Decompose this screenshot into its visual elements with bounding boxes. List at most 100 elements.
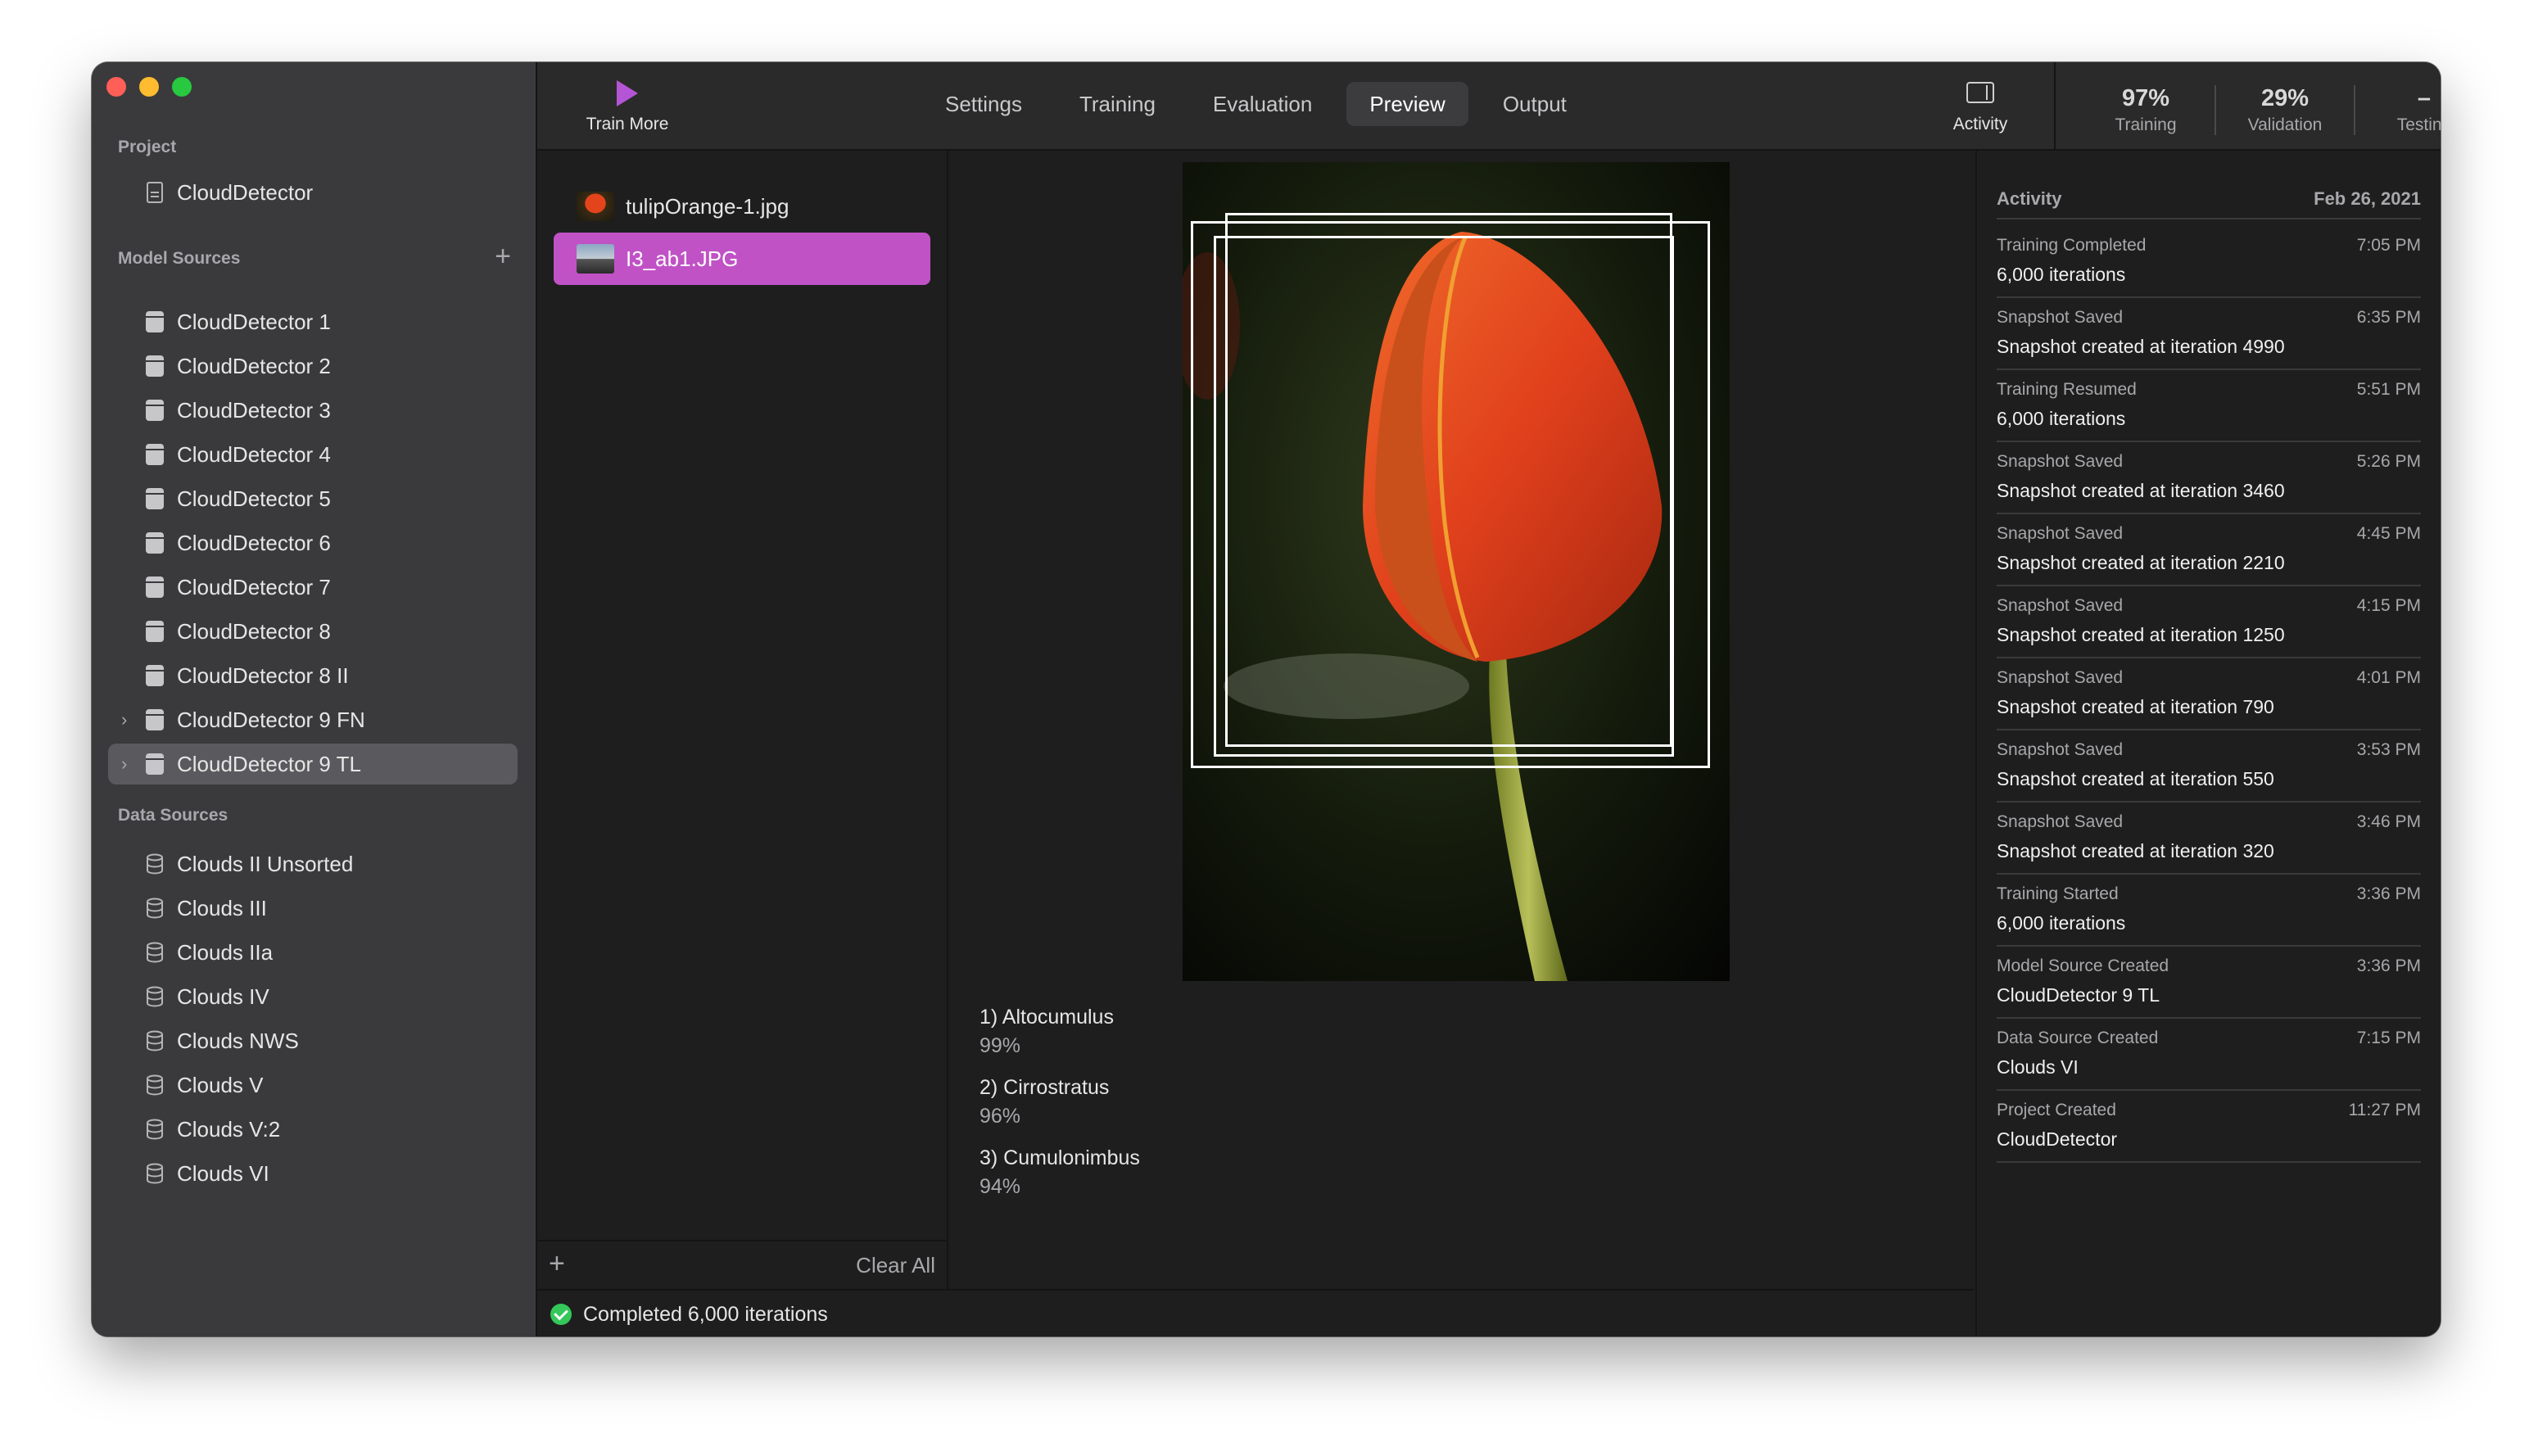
- sidebar-item-label: CloudDetector 7: [177, 574, 331, 599]
- activity-event-header: Project Created 11:27 PM: [1997, 1101, 2421, 1120]
- close-window-button[interactable]: [106, 77, 126, 97]
- sidebar-item-clouddetector-6[interactable]: CloudDetector 6: [108, 522, 518, 563]
- model-icon: [144, 753, 165, 775]
- sidebar-item-clouds-nws[interactable]: Clouds NWS: [108, 1020, 518, 1061]
- database-icon: [144, 941, 165, 964]
- add-file-button[interactable]: +: [549, 1248, 565, 1280]
- sidebar-item-clouddetector-4[interactable]: CloudDetector 4: [108, 434, 518, 475]
- sidebar-item-clouds-vi[interactable]: Clouds VI: [108, 1153, 518, 1194]
- checkmark-circle-icon: [550, 1304, 572, 1325]
- sidebar-item-label: CloudDetector: [177, 179, 314, 205]
- sidebar-item-label: CloudDetector 9 FN: [177, 707, 365, 732]
- model-icon: [144, 310, 165, 333]
- sidebar-item-label: CloudDetector 6: [177, 530, 331, 555]
- activity-event-type: Snapshot Saved: [1997, 596, 2124, 615]
- database-icon: [144, 1162, 165, 1185]
- sidebar-item-clouddetector-2[interactable]: CloudDetector 2: [108, 346, 518, 387]
- train-more-button[interactable]: Train More: [562, 80, 693, 134]
- zoom-window-button[interactable]: [172, 77, 192, 97]
- activity-event-detail: Snapshot created at iteration 4990: [1997, 336, 2285, 357]
- activity-event-header: Snapshot Saved 4:01 PM: [1997, 668, 2421, 688]
- activity-event-time: 4:45 PM: [2356, 524, 2421, 543]
- model-icon: [144, 399, 165, 422]
- sidebar-item-clouddetector-7[interactable]: CloudDetector 7: [108, 567, 518, 608]
- sidebar-item-clouddetector-1[interactable]: CloudDetector 1: [108, 301, 518, 342]
- sidebar-item-label: Clouds VI: [177, 1160, 269, 1186]
- activity-event: Snapshot Saved 4:01 PM Snapshot created at…: [1997, 658, 2421, 730]
- activity-event-header: Snapshot Saved 6:35 PM: [1997, 308, 2421, 328]
- activity-event-detail: Snapshot created at iteration 790: [1997, 696, 2274, 717]
- sidebar-item-label: CloudDetector 3: [177, 397, 331, 423]
- image-thumbnail-icon: [577, 192, 614, 221]
- sidebar-item-clouds-iii[interactable]: Clouds III: [108, 888, 518, 929]
- sidebar-item-clouddetector-8-ii[interactable]: CloudDetector 8 II: [108, 655, 518, 696]
- sidebar-item-clouddetector-9-tl[interactable]: › CloudDetector 9 TL: [108, 744, 518, 785]
- sidebar-item-clouds-iv[interactable]: Clouds IV: [108, 976, 518, 1017]
- sidebar-item-clouddetector-5[interactable]: CloudDetector 5: [108, 478, 518, 519]
- activity-event: Training Completed 7:05 PM 6,000 iteration…: [1997, 226, 2421, 298]
- prediction-label: 2) Cirrostratus: [979, 1076, 1110, 1099]
- chevron-right-icon[interactable]: ›: [121, 709, 144, 730]
- tab-evaluation[interactable]: Evaluation: [1190, 82, 1335, 126]
- window-controls: [106, 77, 192, 97]
- tab-training[interactable]: Training: [1056, 82, 1179, 126]
- app-window: Project CloudDetector Model Sources + Cl…: [92, 62, 2441, 1336]
- sidebar-item-label: Clouds V: [177, 1072, 264, 1097]
- database-icon: [144, 1118, 165, 1141]
- activity-event-header: Snapshot Saved 4:15 PM: [1997, 596, 2421, 616]
- sidebar-item-clouddetector-3[interactable]: CloudDetector 3: [108, 390, 518, 431]
- metric-validation: 29% Validation: [2216, 85, 2355, 135]
- activity-event-type: Training Completed: [1997, 236, 2147, 255]
- activity-event: Training Started 3:36 PM 6,000 iterations: [1997, 875, 2421, 947]
- prediction-results: 1) Altocumulus 99% 2) Cirrostratus 96% 3…: [979, 1006, 1140, 1217]
- activity-event-detail: Snapshot created at iteration 3460: [1997, 480, 2285, 501]
- sidebar-item-clouddetector-8[interactable]: CloudDetector 8: [108, 611, 518, 652]
- activity-event-header: Snapshot Saved 3:46 PM: [1997, 812, 2421, 832]
- activity-event: Training Resumed 5:51 PM 6,000 iterations: [1997, 370, 2421, 442]
- metric-label: Testing: [2396, 115, 2441, 134]
- file-list-footer: + Clear All: [537, 1240, 947, 1289]
- sidebar-item-label: Clouds V:2: [177, 1116, 281, 1142]
- tab-output[interactable]: Output: [1480, 82, 1590, 126]
- model-icon: [144, 443, 165, 466]
- activity-event-type: Project Created: [1997, 1101, 2116, 1119]
- toolbar: Train More Settings Training Evaluation Pre…: [537, 62, 2441, 151]
- sidebar-item-label: CloudDetector 2: [177, 353, 331, 378]
- activity-event-header: Snapshot Saved 4:45 PM: [1997, 524, 2421, 544]
- file-item-tulip[interactable]: tulipOrange-1.jpg: [554, 180, 930, 233]
- prediction-label: 3) Cumulonimbus: [979, 1146, 1140, 1169]
- sidebar-item-clouds-iia[interactable]: Clouds IIa: [108, 932, 518, 973]
- sidebar-item-project[interactable]: CloudDetector: [108, 172, 518, 213]
- file-item-i3-ab1[interactable]: I3_ab1.JPG: [554, 233, 930, 285]
- activity-pane: Activity Feb 26, 2021 Training Completed…: [1975, 151, 2441, 1336]
- activity-event: Project Created 11:27 PM CloudDetector: [1997, 1091, 2421, 1163]
- model-sources-section-title: Model Sources: [118, 249, 241, 268]
- activity-event-type: Snapshot Saved: [1997, 668, 2124, 687]
- add-model-source-button[interactable]: +: [495, 242, 511, 270]
- clear-all-button[interactable]: Clear All: [856, 1253, 935, 1278]
- sidebar-item-clouds-ii-unsorted[interactable]: Clouds II Unsorted: [108, 843, 518, 884]
- sidebar-item-clouddetector-9-fn[interactable]: › CloudDetector 9 FN: [108, 699, 518, 740]
- activity-event-time: 3:53 PM: [2356, 740, 2421, 759]
- model-icon: [144, 664, 165, 687]
- activity-event-type: Snapshot Saved: [1997, 308, 2124, 327]
- activity-event: Snapshot Saved 3:46 PM Snapshot created at…: [1997, 803, 2421, 875]
- sidebar-item-clouds-v[interactable]: Clouds V: [108, 1065, 518, 1106]
- detection-box: [1214, 236, 1674, 757]
- activity-toggle-button[interactable]: Activity: [1931, 82, 2029, 134]
- database-icon: [144, 985, 165, 1008]
- activity-event: Snapshot Saved 6:35 PM Snapshot created at…: [1997, 298, 2421, 370]
- activity-event-header: Model Source Created 3:36 PM: [1997, 956, 2421, 976]
- prediction-confidence: 99%: [979, 1034, 1021, 1057]
- prediction-result: 2) Cirrostratus 96%: [979, 1076, 1140, 1128]
- tab-settings[interactable]: Settings: [922, 82, 1045, 126]
- sidebar-item-label: CloudDetector 1: [177, 309, 331, 334]
- activity-event-detail: Snapshot created at iteration 550: [1997, 768, 2274, 789]
- activity-event-header: Snapshot Saved 3:53 PM: [1997, 740, 2421, 760]
- activity-event-header: Training Started 3:36 PM: [1997, 884, 2421, 904]
- chevron-right-icon[interactable]: ›: [121, 753, 144, 775]
- train-more-label: Train More: [586, 115, 669, 133]
- sidebar-item-clouds-v-2[interactable]: Clouds V:2: [108, 1109, 518, 1150]
- minimize-window-button[interactable]: [139, 77, 159, 97]
- tab-preview[interactable]: Preview: [1346, 82, 1468, 126]
